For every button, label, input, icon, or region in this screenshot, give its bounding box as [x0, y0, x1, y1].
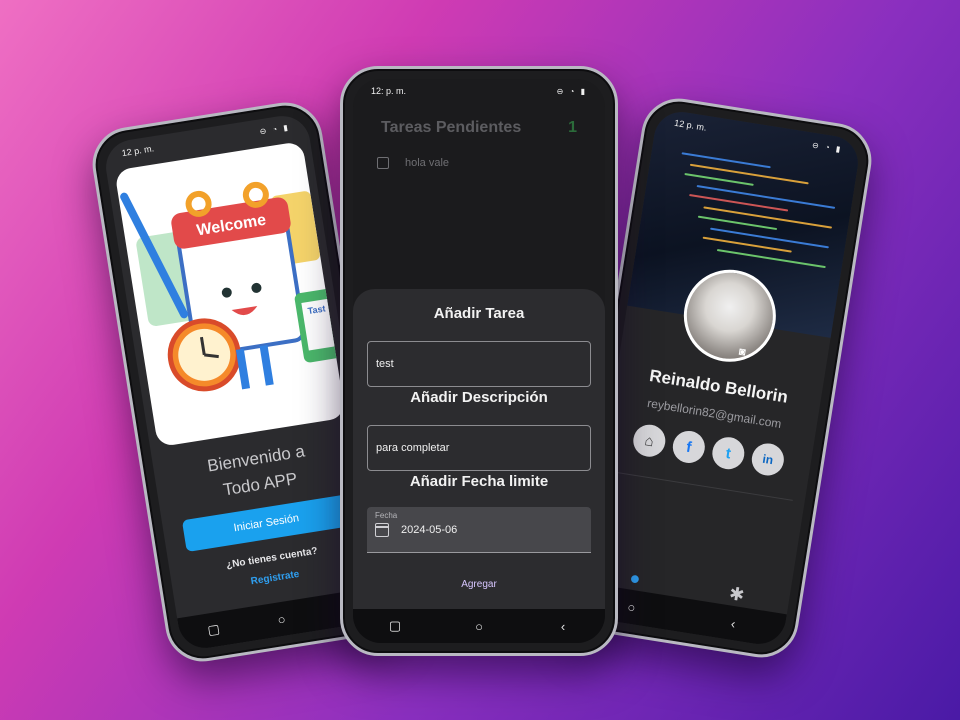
home-icon[interactable]: ○: [267, 609, 297, 628]
recents-icon[interactable]: ▢: [199, 620, 229, 640]
art-leg-right: [259, 344, 274, 386]
recents-icon[interactable]: ▢: [381, 618, 409, 634]
status-icons: ⊖ ◔ ▮: [556, 86, 587, 96]
profile-screen: 12 p. m. ⊖ ◔ ▮ ◙ Reinaldo Bellorin reybe…: [578, 108, 862, 648]
tasks-header: Tareas Pendientes 1: [381, 119, 577, 137]
status-time-suffix: p. m.: [685, 119, 708, 133]
art-leg-left: [235, 348, 251, 390]
code-line: [710, 227, 829, 249]
art-ring-right: [242, 181, 269, 208]
status-time: 12: [120, 146, 133, 159]
home-icon[interactable]: ○: [465, 619, 493, 634]
status-icons: ⊖ ◔ ▮: [811, 140, 843, 154]
date-input[interactable]: Fecha 2024-05-06: [367, 507, 591, 553]
add-deadline-title: Añadir Fecha limite: [409, 473, 549, 490]
welcome-illustration-svg: Welcome Tast: [120, 181, 344, 392]
description-input[interactable]: para completar: [367, 425, 591, 471]
code-line: [716, 248, 826, 269]
divider: [612, 471, 793, 501]
welcome-illustration: Welcome Tast: [114, 140, 346, 448]
pending-count: 1: [568, 119, 577, 136]
code-line: [703, 206, 833, 229]
facebook-icon[interactable]: f: [670, 428, 708, 466]
status-time-suffix: p. m.: [386, 86, 407, 96]
task-checkbox[interactable]: [377, 157, 389, 169]
back-icon[interactable]: ‹: [718, 614, 748, 633]
status-bar: 12: p. m. ⊖ ◔ ▮: [353, 79, 605, 103]
camera-icon[interactable]: ◙: [733, 345, 751, 361]
add-button[interactable]: Agregar: [353, 579, 605, 590]
date-label: Fecha: [375, 511, 398, 520]
add-task-title: Añadir Tarea: [433, 305, 525, 322]
code-line: [689, 163, 809, 185]
add-task-sheet: Añadir Tarea test Añadir Descripción par…: [353, 289, 605, 609]
status-time: 12:: [371, 86, 384, 96]
task-item[interactable]: hola vale: [377, 157, 449, 169]
back-icon[interactable]: ‹: [549, 619, 577, 634]
tasks-screen: 12: p. m. ⊖ ◔ ▮ Tareas Pendientes 1 hola…: [353, 79, 605, 643]
task-title-input[interactable]: test: [367, 341, 591, 387]
settings-tab-icon[interactable]: ✱: [728, 583, 746, 606]
code-line: [684, 172, 754, 186]
calendar-icon[interactable]: [375, 523, 389, 537]
status-time: 12: [673, 117, 686, 130]
date-value: 2024-05-06: [401, 524, 458, 536]
system-nav-bar: ▢ ○ ‹: [353, 609, 605, 643]
tasks-phone: 12: p. m. ⊖ ◔ ▮ Tareas Pendientes 1 hola…: [340, 66, 618, 656]
task-label: hola vale: [405, 157, 450, 169]
status-icons: ⊖ ◔ ▮: [258, 122, 291, 136]
github-icon[interactable]: ⌂: [631, 422, 668, 460]
profile-tab-icon[interactable]: ●: [628, 567, 642, 589]
tasks-title: Tareas Pendientes: [381, 119, 522, 136]
add-description-title: Añadir Descripción: [410, 389, 548, 406]
linkedin-icon[interactable]: in: [749, 441, 787, 478]
home-icon[interactable]: ○: [617, 597, 647, 616]
status-time-suffix: p. m.: [133, 143, 155, 157]
art-ring-left: [185, 190, 212, 217]
twitter-icon[interactable]: t: [710, 434, 747, 472]
